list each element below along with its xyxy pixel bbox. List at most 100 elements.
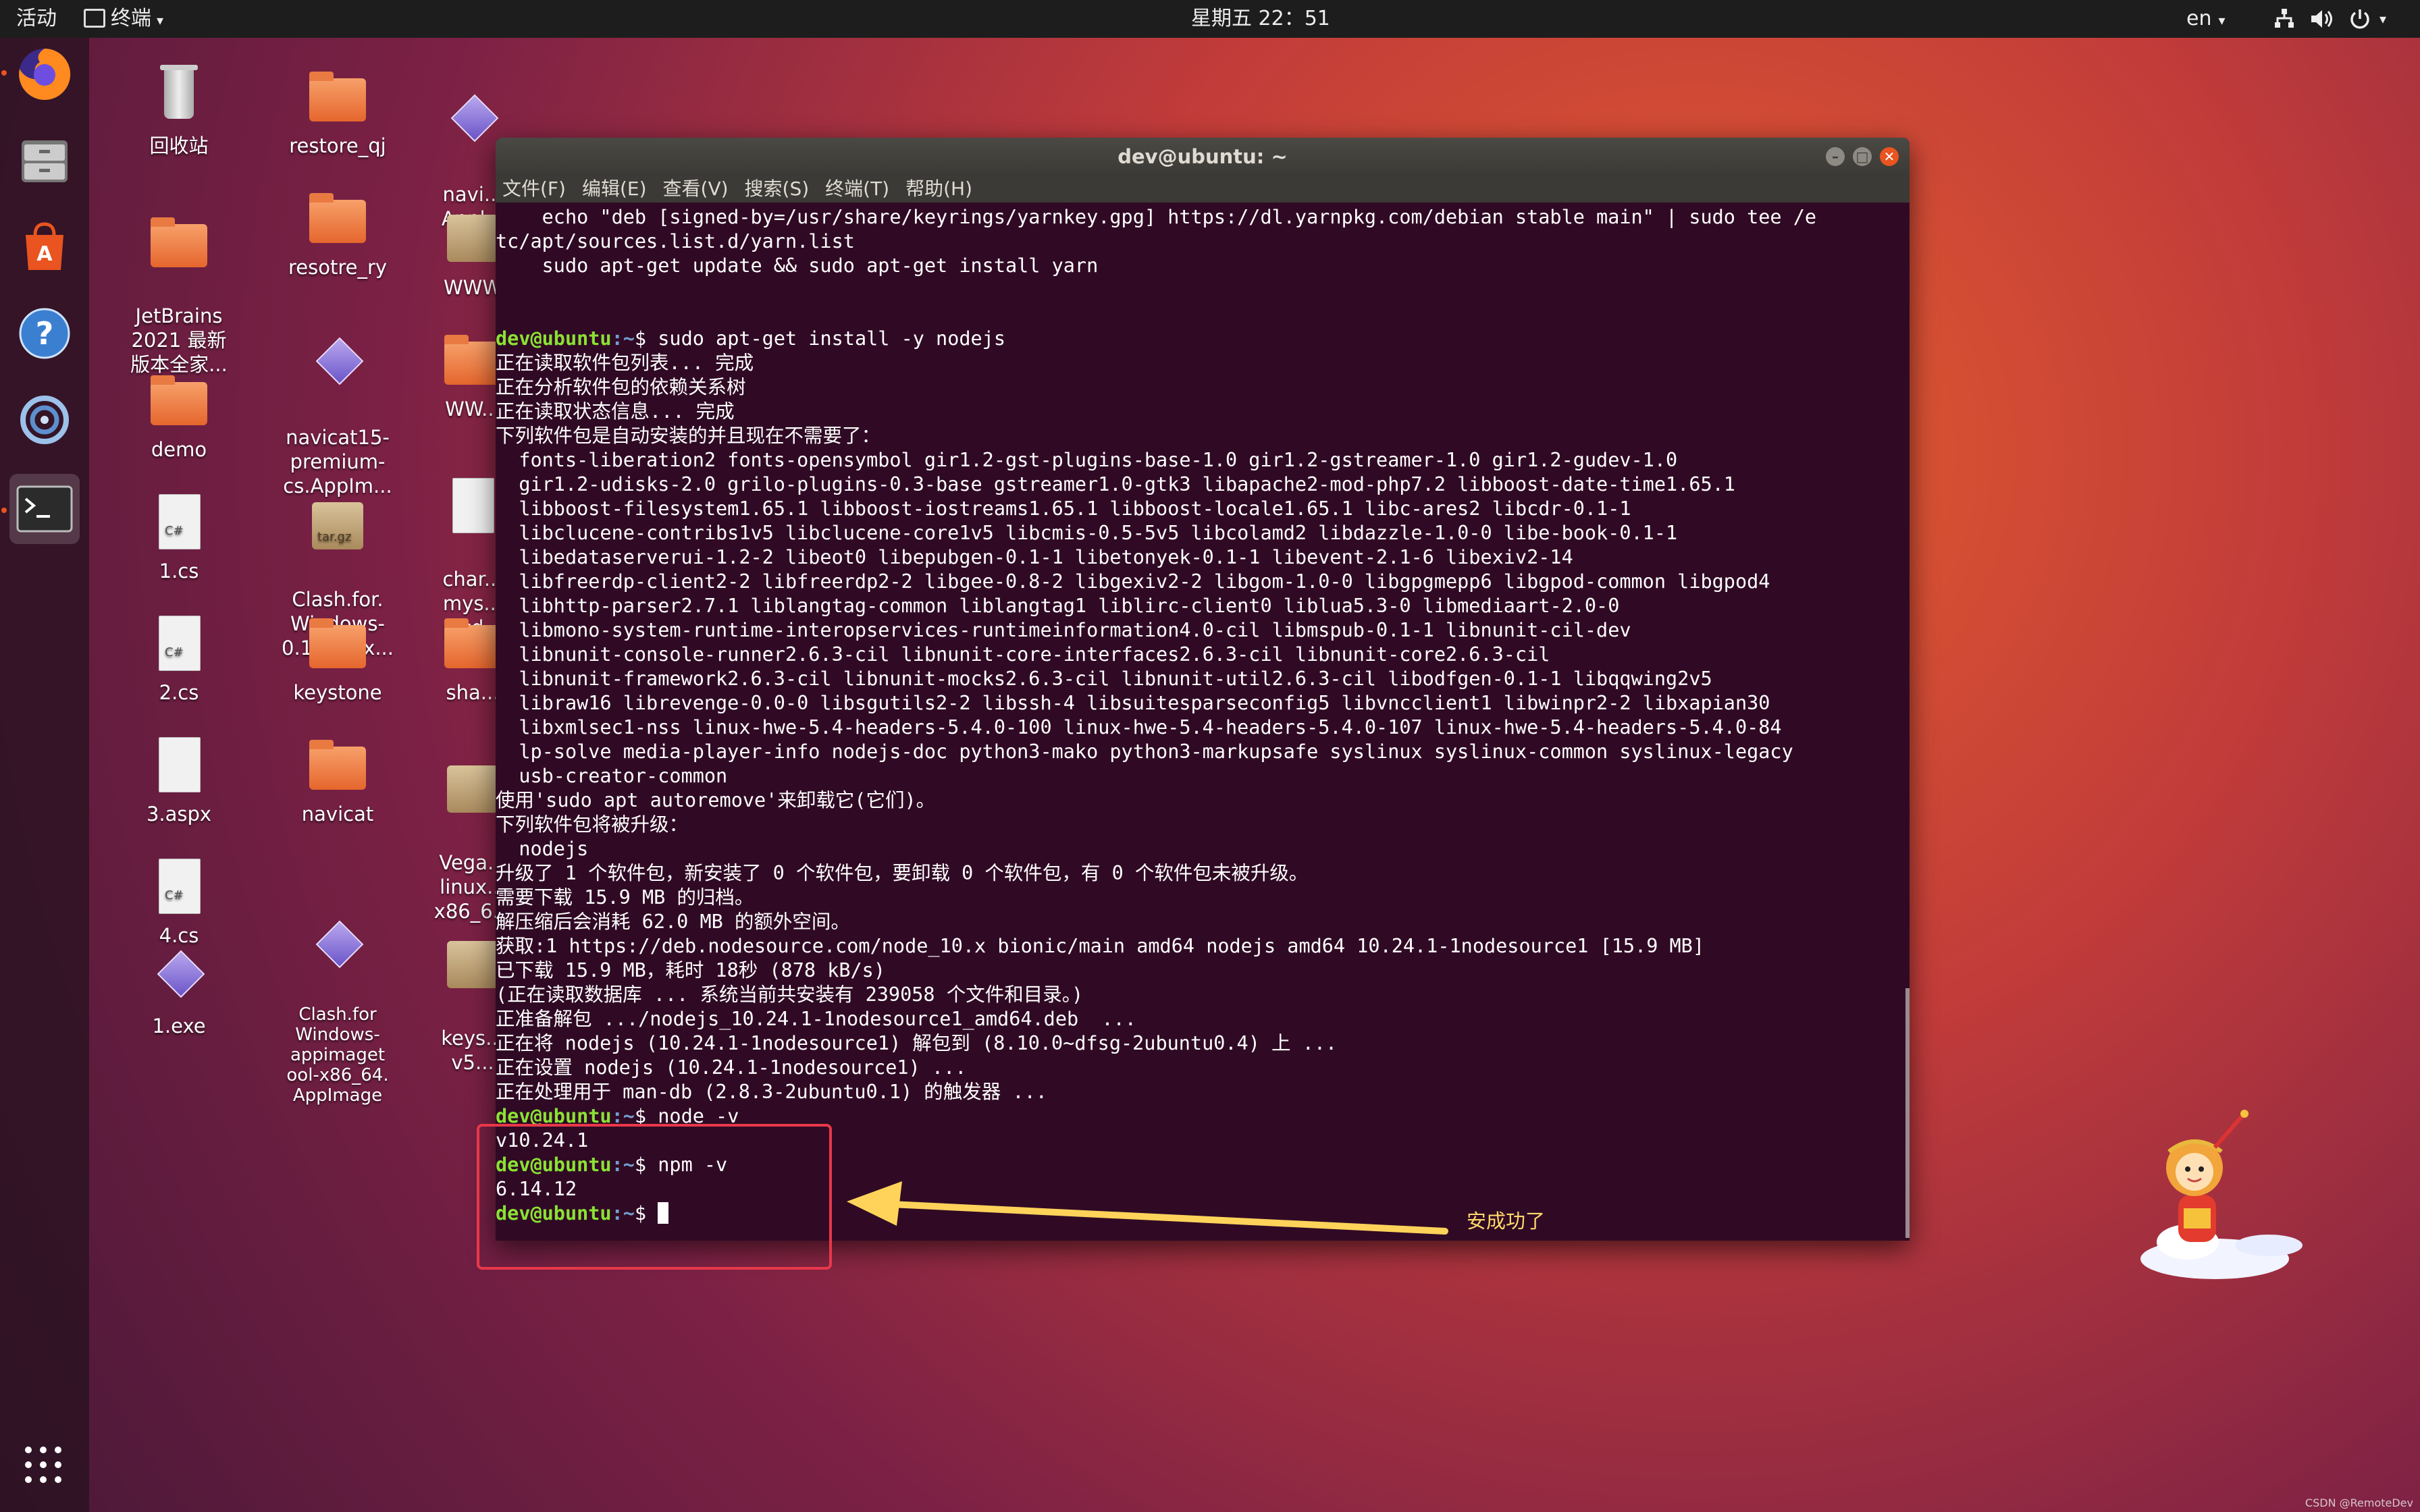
terminal-line: 获取:1 https://deb.nodesource.com/node_10.… [496, 935, 1705, 957]
desktop-icon-folder[interactable]: restore_qj [273, 65, 402, 158]
desktop-icon-label: JetBrains 2021 最新 版本全家... [130, 304, 228, 376]
terminal-line: fonts-liberation2 fonts-opensymbol gir1.… [496, 449, 1678, 471]
desktop-icon-appimage[interactable]: Clash.for Windows- appimaget ool-x86_64.… [273, 895, 402, 1126]
remote-desktop-icon[interactable] [9, 385, 80, 455]
terminal-line: libnunit-framework2.6.3-cil libnunit-moc… [496, 668, 1712, 690]
desktop-icon-file[interactable]: C# 1.cs [115, 490, 243, 583]
desktop-icon-label: demo [151, 438, 207, 461]
desktop-icon-label: 3.aspx [146, 803, 212, 826]
top-panel: 活动 终端 ▾ 星期五 22：51 en ▾ ▾ [0, 0, 2420, 38]
terminal-line: libfreerdp-client2-2 libfreerdp2-2 libge… [496, 570, 1770, 593]
terminal-line: libclucene-contribs1v5 libclucene-core1v… [496, 522, 1678, 544]
prompt-user: dev@ubuntu [496, 327, 612, 350]
app-menu[interactable]: 终端 ▾ [84, 0, 163, 38]
firefox-icon[interactable] [9, 39, 80, 109]
desktop-icon-appimage[interactable]: 1.exe [115, 945, 243, 1038]
desktop-icon-file[interactable]: C# 4.cs [115, 855, 243, 948]
folder-icon [305, 186, 370, 251]
terminal-line: 已下载 15.9 MB，耗时 18秒 (878 kB/s) [496, 959, 885, 981]
desktop-icon-label: navicat [301, 803, 374, 826]
svg-text:?: ? [36, 315, 54, 352]
activities-button[interactable]: 活动 [16, 0, 57, 38]
menu-help[interactable]: 帮助(H) [905, 178, 972, 200]
menu-file[interactable]: 文件(F) [502, 178, 566, 200]
terminal-line: libboost-filesystem1.65.1 libboost-iostr… [496, 497, 1631, 520]
maximize-button[interactable]: □ [1853, 147, 1872, 166]
desktop-icon-label: restore_qj [289, 134, 386, 157]
terminal-line: 正在读取状态信息... 完成 [496, 400, 735, 423]
desktop-icon-label: 4.cs [159, 924, 199, 947]
show-applications-icon[interactable] [23, 1444, 63, 1485]
desktop-icon-folder[interactable]: navicat [273, 733, 402, 826]
power-icon[interactable] [2348, 0, 2371, 38]
help-icon[interactable]: ? [9, 298, 80, 369]
language-label: en [2186, 7, 2212, 30]
csharp-file-icon: C# [147, 612, 211, 676]
appimage-icon [305, 915, 370, 980]
prompt-symbol: $ [634, 327, 658, 350]
running-indicator [1, 70, 7, 76]
terminal-line: 下列软件包将被升级： [496, 813, 689, 836]
watermark: CSDN @RemoteDev [2305, 1496, 2413, 1509]
desktop-icon-label: 1.cs [159, 560, 199, 583]
desktop-icon-trash[interactable]: 回收站 [115, 65, 243, 158]
terminal-line: 正在分析软件包的依赖关系树 [496, 376, 746, 398]
desktop-icon-file[interactable]: 3.aspx [115, 733, 243, 826]
archive-icon: tar.gz [305, 494, 370, 559]
terminal-line: libedataserverui-1.2-2 libeot0 libepubge… [496, 546, 1573, 568]
window-titlebar[interactable]: dev@ubuntu: ~ – □ ✕ [496, 138, 1910, 176]
terminal-line: 正在处理用于 man-db (2.8.3-2ubuntu0.1) 的触发器 ..… [496, 1081, 1047, 1103]
terminal-window[interactable]: dev@ubuntu: ~ – □ ✕ 文件(F) 编辑(E) 查看(V) 搜索(S)… [496, 138, 1910, 1241]
terminal-line: 解压缩后会消耗 62.0 MB 的额外空间。 [496, 911, 850, 933]
terminal-line: libnunit-console-runner2.6.3-cil libnuni… [496, 643, 1550, 666]
desktop-icon-folder[interactable]: demo [115, 369, 243, 462]
running-indicator [1, 508, 7, 513]
terminal-menubar: 文件(F) 编辑(E) 查看(V) 搜索(S) 终端(T) 帮助(H) [496, 176, 1910, 202]
dock: A ? [0, 38, 89, 1512]
chevron-down-icon[interactable]: ▾ [2379, 0, 2386, 38]
scrollbar-thumb[interactable] [1905, 988, 1910, 1238]
clock[interactable]: 星期五 22：51 [1191, 0, 1330, 38]
folder-icon [305, 65, 370, 130]
terminal-line: dev@ubuntu:~$ sudo apt-get install -y no… [496, 327, 1887, 351]
terminal-line: echo "deb [signed-by=/usr/share/keyrings… [496, 206, 1817, 228]
folder-icon [305, 733, 370, 798]
appimage-icon [305, 332, 370, 397]
menu-search[interactable]: 搜索(S) [745, 178, 810, 200]
desktop-icon-label: 回收站 [149, 134, 209, 157]
terminal-line: libhttp-parser2.7.1 liblangtag-common li… [496, 595, 1620, 617]
desktop-icon-folder[interactable]: keystone [273, 612, 402, 705]
volume-icon[interactable] [2309, 0, 2334, 38]
terminal-line: nodejs [496, 838, 589, 860]
desktop-icon-file[interactable]: C# 2.cs [115, 612, 243, 705]
terminal-line: libraw16 librevenge-0.0-0 libsgutils2-2 … [496, 692, 1770, 714]
app-menu-label: 终端 [111, 7, 151, 30]
language-indicator[interactable]: en ▾ [2186, 0, 2226, 38]
desktop-icon-label: Clash.for Windows- appimaget ool-x86_64.… [286, 1004, 389, 1106]
terminal-line: 下列软件包是自动安装的并且现在不需要了： [496, 425, 881, 447]
minimize-button[interactable]: – [1826, 147, 1845, 166]
prompt-path: :~ [611, 327, 635, 350]
highlight-box [477, 1124, 832, 1270]
chevron-down-icon: ▾ [157, 12, 164, 28]
software-center-icon[interactable]: A [9, 212, 80, 282]
files-icon[interactable] [9, 126, 80, 196]
desktop-icon-label: keystone [293, 681, 382, 704]
terminal-line: 需要下载 15.9 MB 的归档。 [496, 886, 754, 909]
desktop-icon-folder[interactable]: resotre_ry [273, 186, 402, 279]
desktop-icon-label: 2.cs [159, 681, 199, 704]
terminal-output[interactable]: echo "deb [signed-by=/usr/share/keyrings… [496, 205, 1887, 1241]
annotation-arrow-icon [847, 1181, 1448, 1235]
menu-edit[interactable]: 编辑(E) [582, 178, 647, 200]
menu-terminal[interactable]: 终端(T) [825, 178, 889, 200]
terminal-line: 正在将 nodejs (10.24.1-1nodesource1) 解包到 (8… [496, 1032, 1338, 1054]
terminal-dock-icon[interactable] [9, 474, 80, 544]
close-button[interactable]: ✕ [1880, 147, 1899, 166]
network-icon[interactable] [2273, 0, 2296, 38]
document-icon [147, 733, 211, 798]
trash-icon [147, 65, 211, 130]
menu-view[interactable]: 查看(V) [663, 178, 729, 200]
monkey-king-mascot-icon [2140, 1110, 2303, 1279]
